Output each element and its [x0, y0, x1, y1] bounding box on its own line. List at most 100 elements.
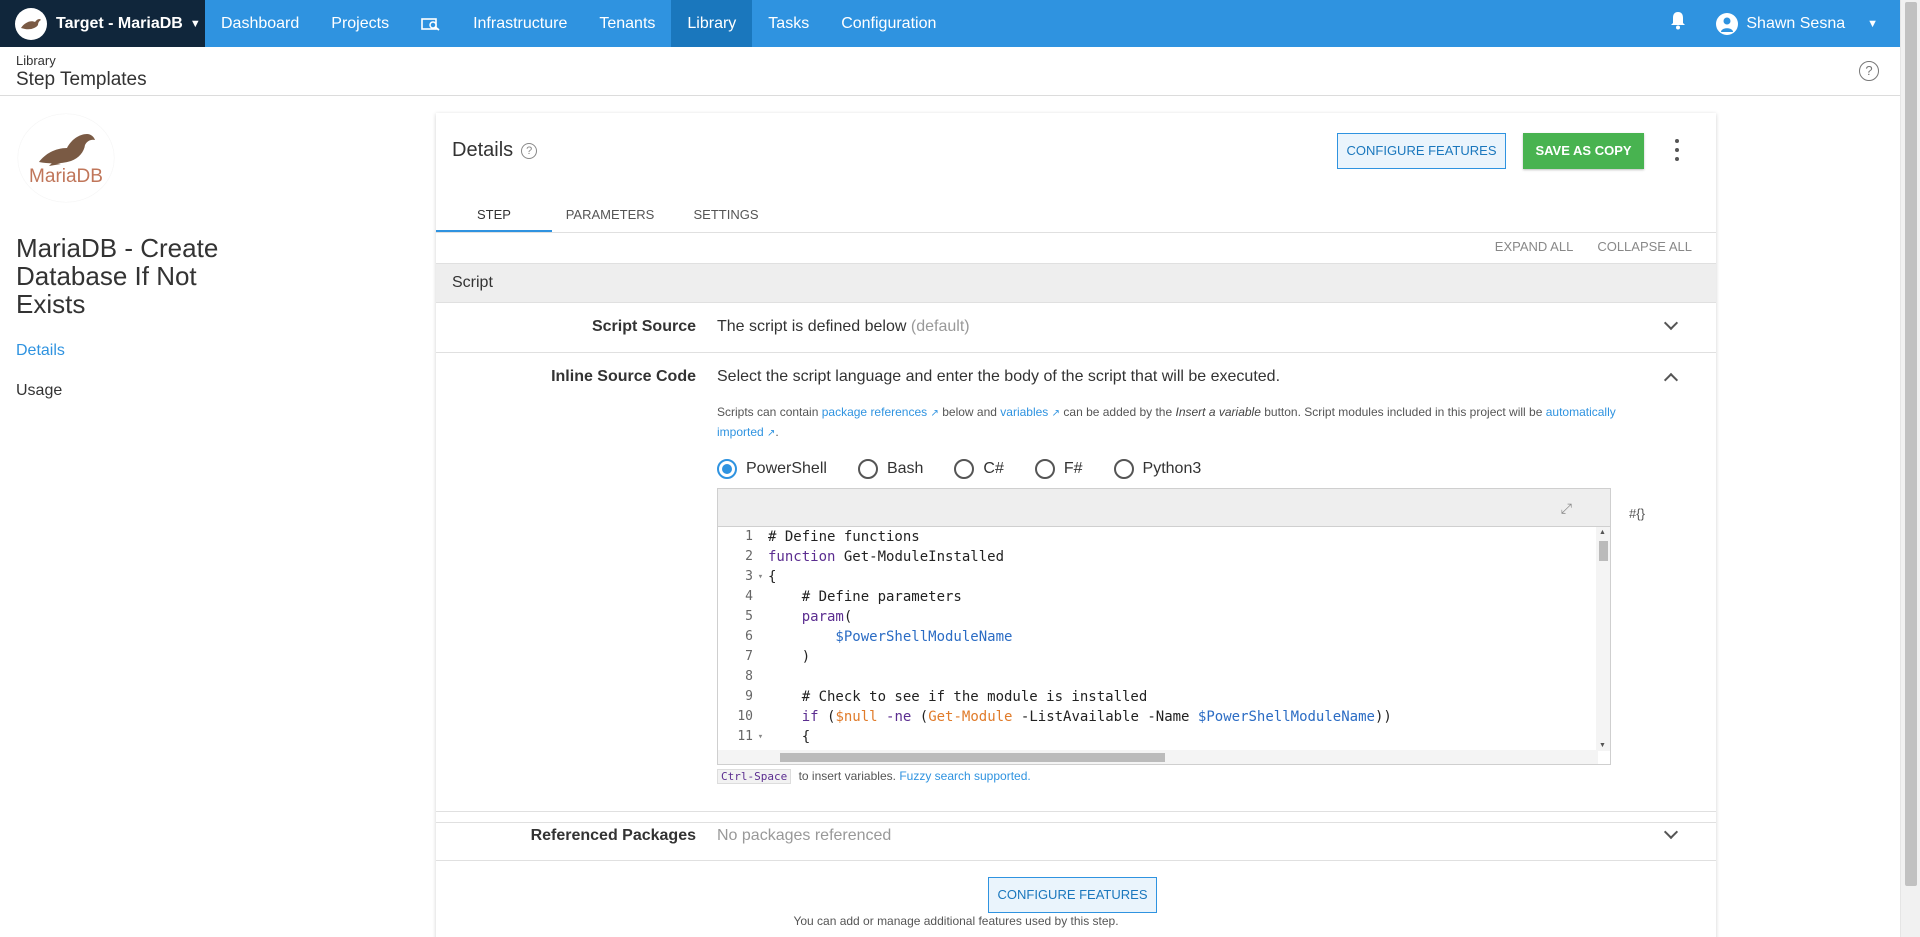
code-text: param(	[768, 607, 853, 627]
code-text: # Define functions	[768, 527, 920, 547]
code-editor[interactable]: ⤢ 1 # Define functions 2 function Get-Modul…	[717, 488, 1611, 765]
tabs-divider	[436, 232, 1716, 233]
referenced-packages-label: Referenced Packages	[530, 827, 696, 844]
nav-dashboard[interactable]: Dashboard	[205, 0, 315, 47]
note-text-3: can be added by the	[1063, 405, 1173, 419]
configure-features-button[interactable]: CONFIGURE FEATURES	[1337, 133, 1506, 169]
space-switcher[interactable]: Target - MariaDB ▼	[0, 0, 205, 47]
chevron-up-icon[interactable]	[1663, 372, 1679, 388]
script-source-default: (default)	[910, 318, 970, 335]
save-as-copy-button[interactable]: SAVE AS COPY	[1523, 133, 1644, 169]
nav-tenants[interactable]: Tenants	[583, 0, 671, 47]
scroll-down-icon[interactable]: ▼	[1599, 742, 1606, 749]
code-line[interactable]: 6 $PowerShellModuleName	[718, 627, 1598, 647]
script-source-row[interactable]: Script Source The script is defined belo…	[436, 303, 1716, 353]
code-token: {	[768, 729, 811, 745]
section-heading-script: Script	[436, 263, 1716, 303]
fold-arrow-icon[interactable]: ▾	[753, 567, 768, 587]
code-line[interactable]: 5 param(	[718, 607, 1598, 627]
radio-circle	[1113, 459, 1134, 479]
script-help-note: Scripts can contain package references ↗…	[717, 403, 1657, 443]
radio-csharp[interactable]: C#	[954, 459, 1004, 479]
features-note: You can add or manage additional feature…	[793, 914, 1119, 928]
variables-text: variables	[1000, 405, 1049, 419]
code-line[interactable]: 8	[718, 667, 1598, 687]
insert-variable-button[interactable]: #{}	[1629, 506, 1645, 521]
chevron-down-icon[interactable]	[1663, 824, 1679, 840]
line-number: 8	[745, 669, 753, 684]
radio-python3[interactable]: Python3	[1113, 459, 1201, 479]
note-text-5: .	[775, 425, 779, 439]
code-line[interactable]: 2 function Get-ModuleInstalled	[718, 547, 1598, 567]
package-references-link[interactable]: package references ↗	[822, 405, 939, 419]
configure-features-bottom-button[interactable]: CONFIGURE FEATURES	[988, 877, 1157, 913]
nav-search-dashboard[interactable]	[405, 0, 457, 47]
card-title: Details ?	[452, 139, 538, 162]
editor-horizontal-scrollbar[interactable]	[718, 750, 1598, 764]
code-line[interactable]: 4 # Define parameters	[718, 587, 1598, 607]
expand-all-link[interactable]: EXPAND ALL	[1495, 239, 1574, 254]
code-line[interactable]: 9 # Check to see if the module is instal…	[718, 687, 1598, 707]
scroll-thumb[interactable]	[780, 753, 1165, 762]
help-icon[interactable]: ?	[1859, 61, 1879, 81]
code-token: # Define parameters	[768, 589, 962, 605]
radio-fsharp[interactable]: F#	[1034, 459, 1083, 479]
radio-powershell[interactable]: PowerShell	[717, 459, 827, 479]
scroll-up-icon[interactable]: ▲	[1599, 529, 1606, 536]
code-line[interactable]: 11 ▾ {	[718, 727, 1598, 747]
user-menu[interactable]: Shawn Sesna ▼	[1716, 12, 1878, 35]
more-options-icon[interactable]	[1672, 139, 1682, 161]
radio-label: F#	[1063, 460, 1083, 477]
left-link-details[interactable]: Details	[16, 342, 65, 360]
code-line[interactable]: 3 ▾{	[718, 567, 1598, 587]
page-scrollbar[interactable]	[1900, 0, 1920, 937]
left-link-usage[interactable]: Usage	[16, 382, 62, 400]
fold-arrow-icon[interactable]: ▾	[753, 727, 768, 747]
nav-projects[interactable]: Projects	[315, 0, 405, 47]
card-title-text: Details	[452, 139, 514, 161]
referenced-packages-row[interactable]: Referenced Packages No packages referenc…	[436, 811, 1716, 861]
scroll-thumb[interactable]	[1599, 541, 1608, 561]
expand-icon[interactable]: ⤢	[1561, 500, 1572, 517]
code-area[interactable]: 1 # Define functions 2 function Get-ModuleI…	[718, 527, 1598, 751]
code-token: if	[768, 709, 819, 725]
avatar-icon	[1716, 12, 1739, 35]
chevron-down-icon[interactable]	[1663, 315, 1679, 331]
line-number: 5	[745, 609, 753, 624]
help-icon[interactable]: ?	[521, 142, 538, 159]
editor-vertical-scrollbar[interactable]: ▲ ▼	[1596, 527, 1610, 751]
code-token: {	[768, 569, 777, 585]
fuzzy-search-link[interactable]: Fuzzy search supported.	[899, 769, 1030, 783]
tab-step[interactable]: STEP	[436, 190, 552, 232]
nav-configuration[interactable]: Configuration	[825, 0, 952, 47]
expand-collapse-links: EXPAND ALL COLLAPSE ALL	[1495, 239, 1692, 254]
code-line[interactable]: 10 if ($null -ne (Get-Module -ListAvaila…	[718, 707, 1598, 727]
external-link-icon: ↗	[930, 408, 939, 419]
radio-label: PowerShell	[746, 460, 827, 477]
nav-infrastructure[interactable]: Infrastructure	[457, 0, 583, 47]
collapse-all-link[interactable]: COLLAPSE ALL	[1597, 239, 1692, 254]
tab-parameters[interactable]: PARAMETERS	[552, 190, 668, 232]
page-scroll-thumb[interactable]	[1905, 2, 1917, 886]
script-source-label: Script Source	[591, 318, 696, 335]
breadcrumb[interactable]: Library	[16, 53, 56, 68]
code-line[interactable]: 1 # Define functions	[718, 527, 1598, 547]
bell-icon[interactable]	[1670, 11, 1686, 36]
space-caret-icon: ▼	[189, 17, 201, 30]
code-line[interactable]: 7 )	[718, 647, 1598, 667]
radio-label: C#	[983, 460, 1004, 477]
code-token: Get-Module	[928, 709, 1013, 725]
tabs: STEP PARAMETERS SETTINGS	[436, 190, 784, 232]
tab-settings[interactable]: SETTINGS	[668, 190, 784, 232]
code-text: $PowerShellModuleName	[768, 627, 1012, 647]
space-name: Target - MariaDB	[56, 14, 183, 32]
line-number: 3	[745, 569, 753, 584]
radio-bash[interactable]: Bash	[857, 459, 923, 479]
code-text: if ($null -ne (Get-Module -ListAvailable…	[768, 707, 1392, 727]
nav-tasks[interactable]: Tasks	[752, 0, 825, 47]
nav-library[interactable]: Library	[671, 0, 753, 47]
variables-link[interactable]: variables ↗	[1000, 405, 1060, 419]
line-number: 11	[737, 729, 753, 744]
note-text-4: button. Script modules included in this …	[1264, 405, 1543, 419]
package-references-text: package references	[821, 405, 928, 419]
